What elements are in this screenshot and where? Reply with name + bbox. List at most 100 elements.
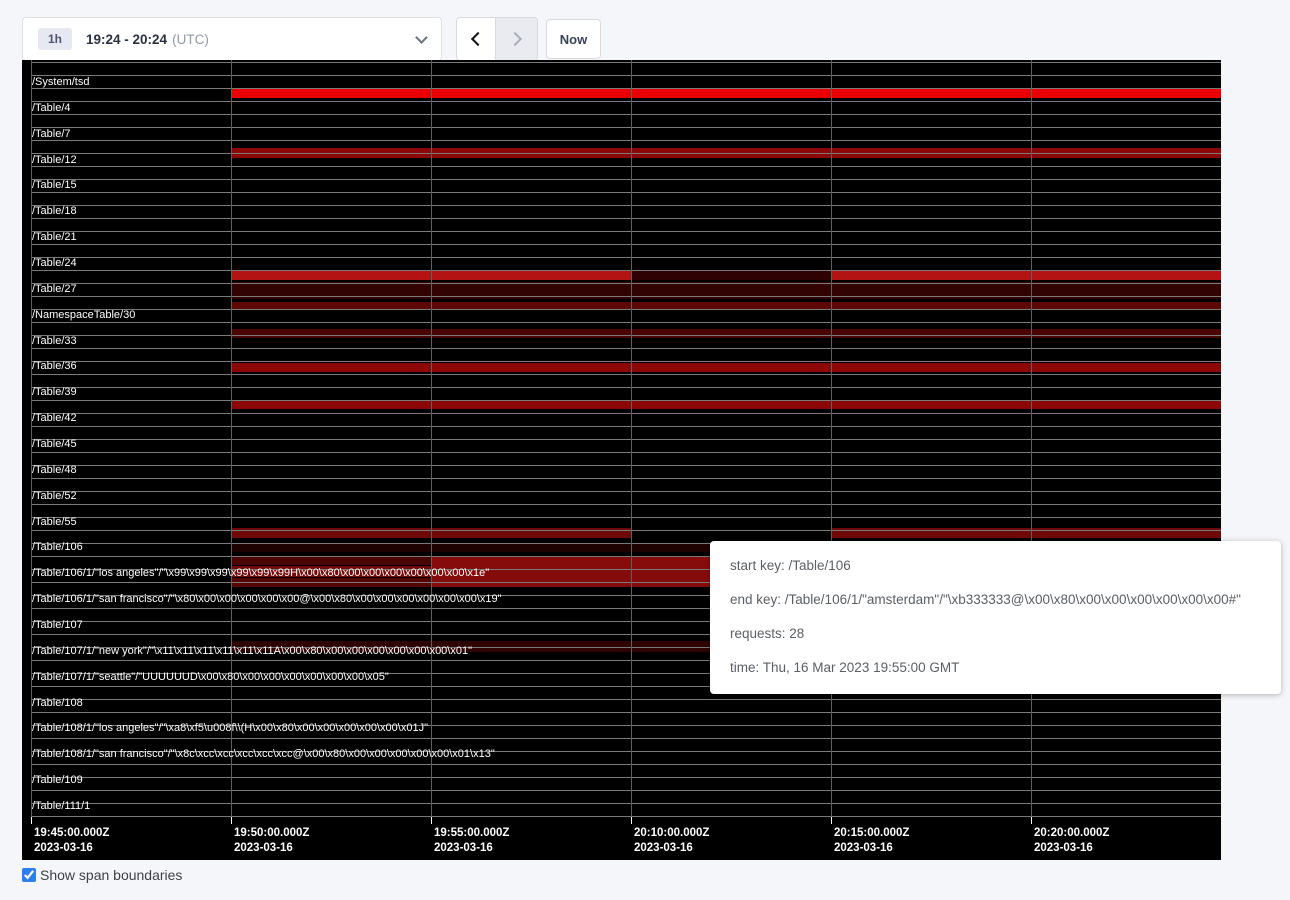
heat-band	[231, 400, 1221, 409]
axis-time-text: 19:55:00.000Z	[434, 826, 509, 841]
row-label: /Table/48	[32, 464, 77, 477]
footer: Show span boundaries	[22, 867, 182, 883]
axis-tick	[431, 817, 432, 824]
span-boundary-line	[31, 244, 1221, 245]
span-boundary-line	[31, 205, 1221, 206]
axis-tick	[31, 817, 32, 824]
key-visualizer-page: 1h 19:24 - 20:24 (UTC) Now 19:45:00.000Z…	[0, 0, 1290, 900]
row-label: /Table/4	[32, 102, 71, 115]
row-label: /Table/108/1/"los angeles"/"\xa8\xf5\u00…	[32, 722, 428, 735]
time-nav-group	[456, 17, 538, 61]
span-boundary-line	[31, 712, 1221, 713]
row-label: /Table/33	[32, 335, 77, 348]
span-boundary-line	[31, 166, 1221, 167]
span-boundary-line	[31, 88, 1221, 89]
heat-band	[231, 557, 431, 565]
span-boundary-line	[31, 322, 1221, 323]
span-boundary-line	[31, 699, 1221, 700]
row-label: /Table/45	[32, 438, 77, 451]
time-gridline	[831, 60, 832, 824]
prev-timeframe-button[interactable]	[456, 17, 496, 61]
span-boundary-line	[31, 231, 1221, 232]
axis-tick	[231, 817, 232, 824]
span-boundary-line	[31, 114, 1221, 115]
tooltip-start-key: start key: /Table/106	[730, 549, 1261, 583]
row-label: /Table/7	[32, 128, 71, 141]
chevron-right-icon	[507, 32, 521, 46]
span-boundary-line	[31, 790, 1221, 791]
span-boundary-line	[31, 361, 1221, 362]
span-boundary-line	[31, 270, 1221, 271]
row-label: /Table/52	[32, 490, 77, 503]
span-boundary-line	[31, 296, 1221, 297]
span-boundary-line	[31, 816, 1221, 817]
span-boundary-line	[31, 140, 1221, 141]
axis-date-text: 2023-03-16	[834, 841, 909, 856]
axis-time-text: 19:50:00.000Z	[234, 826, 309, 841]
row-label: /System/tsd	[32, 76, 89, 89]
axis-time-label: 20:15:00.000Z2023-03-16	[834, 826, 909, 856]
axis-date-text: 2023-03-16	[434, 841, 509, 856]
show-span-boundaries-label: Show span boundaries	[40, 867, 182, 883]
row-label: /Table/106	[32, 541, 83, 554]
axis-tick	[831, 817, 832, 824]
span-boundary-line	[31, 62, 1221, 63]
row-label: /NamespaceTable/30	[32, 309, 135, 322]
row-label: /Table/15	[32, 179, 77, 192]
row-label: /Table/107/1/"new york"/"\x11\x11\x11\x1…	[32, 645, 472, 658]
row-label: /Table/106/1/"san francisco"/"\x80\x00\x…	[32, 593, 502, 606]
axis-date-text: 2023-03-16	[634, 841, 709, 856]
span-boundary-line	[31, 218, 1221, 219]
heat-band	[231, 88, 1221, 98]
row-label: /Table/109	[32, 774, 83, 787]
heat-band	[631, 270, 831, 280]
span-boundary-line	[31, 413, 1221, 414]
span-boundary-line	[31, 465, 1221, 466]
range-label: 19:24 - 20:24	[86, 32, 167, 47]
span-boundary-line	[31, 127, 1221, 128]
axis-time-text: 20:20:00.000Z	[1034, 826, 1109, 841]
axis-tick	[631, 817, 632, 824]
span-boundary-line	[31, 491, 1221, 492]
span-boundary-line	[31, 764, 1221, 765]
axis-time-text: 20:10:00.000Z	[634, 826, 709, 841]
span-boundary-line	[31, 777, 1221, 778]
time-gridline	[431, 60, 432, 824]
time-gridline	[1031, 60, 1032, 824]
span-boundary-line	[31, 309, 1221, 310]
span-boundary-line	[31, 192, 1221, 193]
heatmap-canvas[interactable]: 19:45:00.000Z2023-03-1619:50:00.000Z2023…	[22, 60, 1221, 860]
next-timeframe-button[interactable]	[496, 17, 538, 61]
axis-time-label: 19:45:00.000Z2023-03-16	[34, 826, 109, 856]
row-label: /Table/55	[32, 516, 77, 529]
time-range-dropdown[interactable]: 1h 19:24 - 20:24 (UTC)	[22, 17, 442, 61]
chevron-left-icon	[471, 32, 485, 46]
row-label: /Table/36	[32, 360, 77, 373]
span-boundary-line	[31, 452, 1221, 453]
now-button[interactable]: Now	[546, 19, 601, 59]
span-boundary-line	[31, 426, 1221, 427]
tooltip-time: time: Thu, 16 Mar 2023 19:55:00 GMT	[730, 651, 1261, 685]
show-span-boundaries-checkbox[interactable]	[22, 868, 36, 882]
axis-date-text: 2023-03-16	[1034, 841, 1109, 856]
span-boundary-line	[31, 374, 1221, 375]
axis-time-label: 19:50:00.000Z2023-03-16	[234, 826, 309, 856]
span-boundary-line	[31, 400, 1221, 401]
span-boundary-line	[31, 530, 1221, 531]
row-label: /Table/106/1/"los angeles"/"\x99\x99\x99…	[32, 567, 489, 580]
time-gridline	[631, 60, 632, 824]
span-boundary-line	[31, 101, 1221, 102]
row-label: /Table/108	[32, 697, 83, 710]
span-boundary-line	[31, 504, 1221, 505]
heat-band	[831, 270, 1221, 280]
axis-tick	[1031, 817, 1032, 824]
row-label: /Table/107/1/"seattle"/"UUUUUUD\x00\x80\…	[32, 671, 389, 684]
row-label: /Table/107	[32, 619, 83, 632]
tooltip-end-key: end key: /Table/106/1/"amsterdam"/"\xb33…	[730, 583, 1261, 617]
row-label: /Table/21	[32, 231, 77, 244]
row-label: /Table/108/1/"san francisco"/"\x8c\xcc\x…	[32, 748, 495, 761]
span-boundary-line	[31, 478, 1221, 479]
row-label: /Table/27	[32, 283, 77, 296]
span-tooltip: start key: /Table/106 end key: /Table/10…	[710, 541, 1281, 694]
row-label: /Table/18	[32, 205, 77, 218]
